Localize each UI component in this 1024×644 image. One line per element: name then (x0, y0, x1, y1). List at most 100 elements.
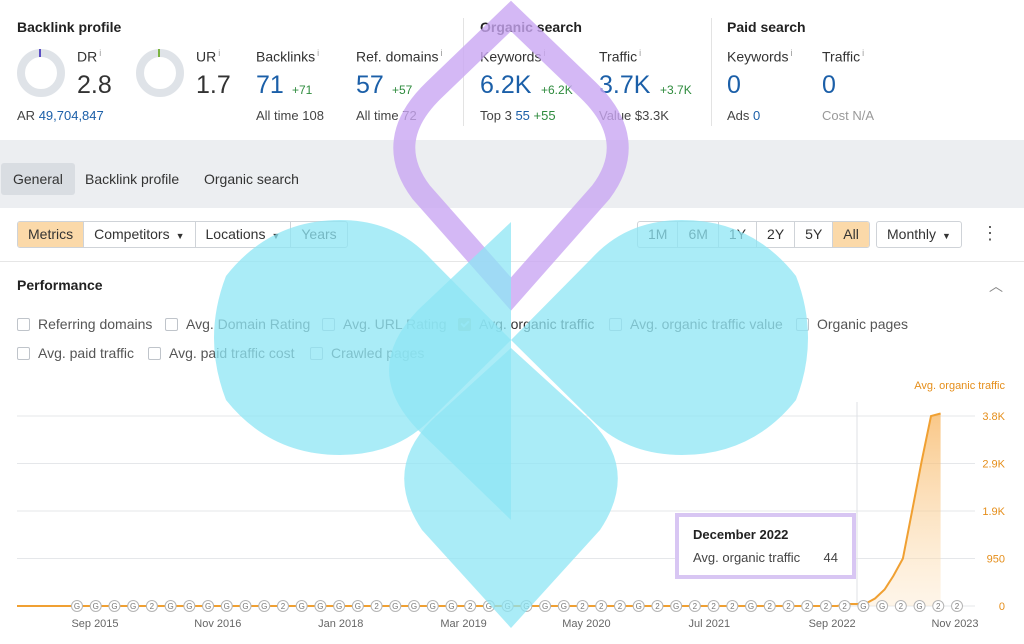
toolbar-divider (0, 261, 1024, 262)
ur-label[interactable]: UR i (196, 48, 220, 65)
range-6m-button[interactable]: 6M (678, 222, 719, 247)
interval-dropdown[interactable]: Monthly ▼ (877, 222, 961, 247)
event-marker-label: 2 (580, 602, 585, 611)
event-marker-label: 2 (936, 602, 941, 611)
chevron-down-icon: ▼ (271, 231, 281, 241)
ar-value-link[interactable]: 49,704,847 (39, 108, 104, 123)
event-marker-label: G (392, 602, 398, 611)
checkbox-avg-organic-traffic-value[interactable]: Avg. organic traffic value (609, 316, 783, 332)
event-marker-label: G (505, 602, 511, 611)
chevron-down-icon: ▼ (175, 231, 185, 241)
collapse-chevron-up-icon[interactable]: ︿ (989, 276, 1003, 296)
metrics-button[interactable]: Metrics (18, 222, 85, 247)
backlinks-delta: +71 (292, 83, 313, 97)
y-tick-label: 3.8K (982, 411, 1005, 423)
event-marker-label: G (205, 602, 211, 611)
event-marker-label: 2 (842, 602, 847, 611)
tooltip-title: December 2022 (693, 527, 789, 542)
performance-chart[interactable]: Avg. organic traffic 0 950 1.9K 2.9K 3.8K Se… (0, 372, 1024, 644)
tooltip-label: Avg. organic traffic (693, 550, 801, 565)
paid-keywords-value-link[interactable]: 0 (727, 71, 741, 100)
x-tick-label: Nov 2023 (931, 618, 978, 630)
x-tick-label: Sep 2015 (71, 618, 118, 630)
organic-keywords-value-link[interactable]: 6.2K (480, 71, 531, 100)
range-all-button[interactable]: All (833, 222, 869, 247)
tab-organic-search[interactable]: Organic search (192, 163, 311, 195)
event-marker-label: G (673, 602, 679, 611)
stats-panel: Backlink profile DR i 2.8 UR i 1.7 AR 49,7… (0, 0, 1024, 140)
chart-tooltip: December 2022 Avg. organic traffic 44 (675, 513, 856, 579)
event-marker-label: 2 (768, 602, 773, 611)
x-tick-label: Jan 2018 (318, 618, 363, 630)
paid-cost-stat: Cost N/A (822, 108, 875, 123)
tooltip-value: 44 (823, 550, 838, 565)
locations-dropdown[interactable]: Locations ▼ (196, 222, 292, 247)
event-marker-label: 2 (786, 602, 791, 611)
dr-label[interactable]: DR i (77, 48, 101, 65)
event-marker-label: 2 (824, 602, 829, 611)
y-axis: 0 950 1.9K 2.9K 3.8K (982, 411, 1005, 613)
dr-donut-tick (39, 49, 41, 57)
more-options-icon[interactable]: ⋮ (981, 224, 999, 242)
chevron-down-icon: ▼ (942, 231, 951, 241)
paid-keywords-label[interactable]: Keywords i (727, 48, 792, 65)
ur-donut-tick (158, 49, 160, 57)
competitors-dropdown[interactable]: Competitors ▼ (84, 222, 196, 247)
dr-donut-icon (17, 49, 65, 97)
range-button-group: 1M 6M 1Y 2Y 5Y All (637, 221, 870, 248)
event-marker-label: G (224, 602, 230, 611)
checkbox-box (609, 317, 622, 331)
ar-stat: AR 49,704,847 (17, 108, 104, 123)
checkbox-avg-paid-traffic-cost[interactable]: Avg. paid traffic cost (148, 345, 295, 361)
event-marker-label: G (542, 602, 548, 611)
organic-traffic-value-link[interactable]: 3.7K (599, 71, 650, 100)
organic-traffic-label[interactable]: Traffic i (599, 48, 641, 65)
range-5y-button[interactable]: 5Y (795, 222, 834, 247)
paid-search-title: Paid search (727, 19, 806, 35)
ref-domains-label[interactable]: Ref. domains i (356, 48, 442, 65)
checkbox-box (17, 346, 30, 360)
event-marker-label: 2 (468, 602, 473, 611)
tab-general[interactable]: General (1, 163, 75, 195)
tooltip-row: Avg. organic traffic 44 (693, 550, 838, 565)
event-marker-label: G (523, 602, 529, 611)
checkbox-crawled-pages[interactable]: Crawled pages (310, 345, 424, 361)
ref-domains-all-time: All time 72 (356, 108, 417, 123)
checkbox-avg-domain-rating[interactable]: Avg. Domain Rating (165, 316, 310, 332)
backlinks-value-link[interactable]: 71 (256, 71, 284, 100)
event-marker-label: G (879, 602, 885, 611)
checkbox-organic-pages[interactable]: Organic pages (796, 316, 908, 332)
event-marker-label: G (860, 602, 866, 611)
organic-search-title: Organic search (480, 19, 582, 35)
checkbox-avg-url-rating[interactable]: Avg. URL Rating (322, 316, 447, 332)
tab-backlink-profile[interactable]: Backlink profile (73, 163, 191, 195)
checkbox-avg-organic-traffic[interactable]: Avg. organic traffic (458, 316, 594, 332)
backlinks-all-time: All time 108 (256, 108, 324, 123)
filter-button-group: Metrics Competitors ▼ Locations ▼ Years (17, 221, 348, 248)
ref-domains-value-link[interactable]: 57 (356, 71, 384, 100)
range-1y-button[interactable]: 1Y (719, 222, 758, 247)
range-2y-button[interactable]: 2Y (757, 222, 796, 247)
event-marker-label: 2 (281, 602, 286, 611)
event-marker-label: G (93, 602, 99, 611)
event-marker-label: G (242, 602, 248, 611)
y-tick-label: 2.9K (982, 459, 1005, 471)
paid-traffic-value-link[interactable]: 0 (822, 71, 836, 100)
event-marker-label: 2 (693, 602, 698, 611)
organic-keywords-label[interactable]: Keywords i (480, 48, 545, 65)
checkbox-checked-icon (458, 317, 471, 331)
series-legend-label: Avg. organic traffic (914, 380, 1005, 392)
checkbox-referring-domains[interactable]: Referring domains (17, 316, 152, 332)
event-marker-label: G (430, 602, 436, 611)
backlinks-label[interactable]: Backlinks i (256, 48, 319, 65)
checkbox-box (148, 346, 161, 360)
event-marker-label: G (74, 602, 80, 611)
paid-traffic-label[interactable]: Traffic i (822, 48, 864, 65)
y-tick-label: 1.9K (982, 506, 1005, 518)
checkbox-avg-paid-traffic[interactable]: Avg. paid traffic (17, 345, 134, 361)
range-1m-button[interactable]: 1M (638, 222, 679, 247)
event-marker-label: G (299, 602, 305, 611)
years-button[interactable]: Years (291, 222, 346, 247)
interval-group: Monthly ▼ (876, 221, 962, 248)
event-marker-label: 2 (599, 602, 604, 611)
